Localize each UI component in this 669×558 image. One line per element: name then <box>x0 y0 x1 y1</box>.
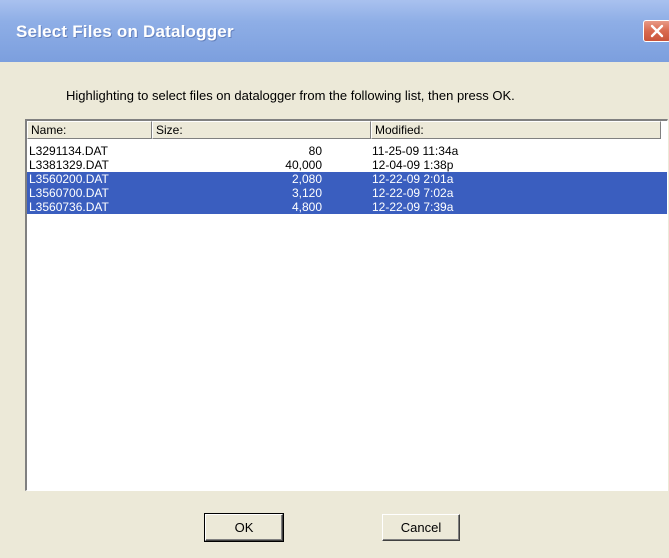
file-name-cell: L3291134.DAT <box>29 144 108 158</box>
close-icon <box>650 24 664 38</box>
list-header: Name: Size: Modified: <box>27 121 667 139</box>
file-rows: L3291134.DAT 80 11-25-09 11:34a L3381329.DA… <box>27 144 667 214</box>
file-row[interactable]: L3560736.DAT 4,800 12-22-09 7:39a <box>27 200 667 214</box>
file-modified-cell: 12-04-09 1:38p <box>372 158 454 172</box>
file-row[interactable]: L3381329.DAT 40,000 12-04-09 1:38p <box>27 158 667 172</box>
close-button[interactable] <box>643 20 669 42</box>
file-size-cell: 40,000 <box>285 158 322 172</box>
file-modified-cell: 12-22-09 7:39a <box>372 200 454 214</box>
file-name-cell: L3560736.DAT <box>29 200 109 214</box>
file-list[interactable]: Name: Size: Modified: L3291134.DAT 80 11-2… <box>25 119 668 491</box>
file-row[interactable]: L3560700.DAT 3,120 12-22-09 7:02a <box>27 186 667 200</box>
file-modified-cell: 11-25-09 11:34a <box>372 144 459 158</box>
file-size-cell: 80 <box>308 144 322 158</box>
file-name-cell: L3381329.DAT <box>29 158 109 172</box>
file-row[interactable]: L3291134.DAT 80 11-25-09 11:34a <box>27 144 667 158</box>
file-size-cell: 4,800 <box>291 200 322 214</box>
file-row[interactable]: L3560200.DAT 2,080 12-22-09 2:01a <box>27 172 667 186</box>
file-modified-cell: 12-22-09 2:01a <box>372 172 454 186</box>
cancel-button[interactable]: Cancel <box>382 514 460 541</box>
file-name-cell: L3560700.DAT <box>29 186 109 200</box>
select-files-dialog: Select Files on Datalogger Highlighting … <box>0 0 669 558</box>
file-size-cell: 3,120 <box>291 186 322 200</box>
column-header-modified[interactable]: Modified: <box>371 121 661 139</box>
ok-button[interactable]: OK <box>204 513 284 542</box>
file-size-cell: 2,080 <box>291 172 322 186</box>
instruction-text: Highlighting to select files on datalogg… <box>66 88 515 103</box>
title-bar[interactable]: Select Files on Datalogger <box>0 0 669 62</box>
column-header-name[interactable]: Name: <box>27 121 152 139</box>
file-modified-cell: 12-22-09 7:02a <box>372 186 454 200</box>
dialog-title: Select Files on Datalogger <box>16 22 234 41</box>
column-header-size[interactable]: Size: <box>152 121 371 139</box>
file-name-cell: L3560200.DAT <box>29 172 109 186</box>
